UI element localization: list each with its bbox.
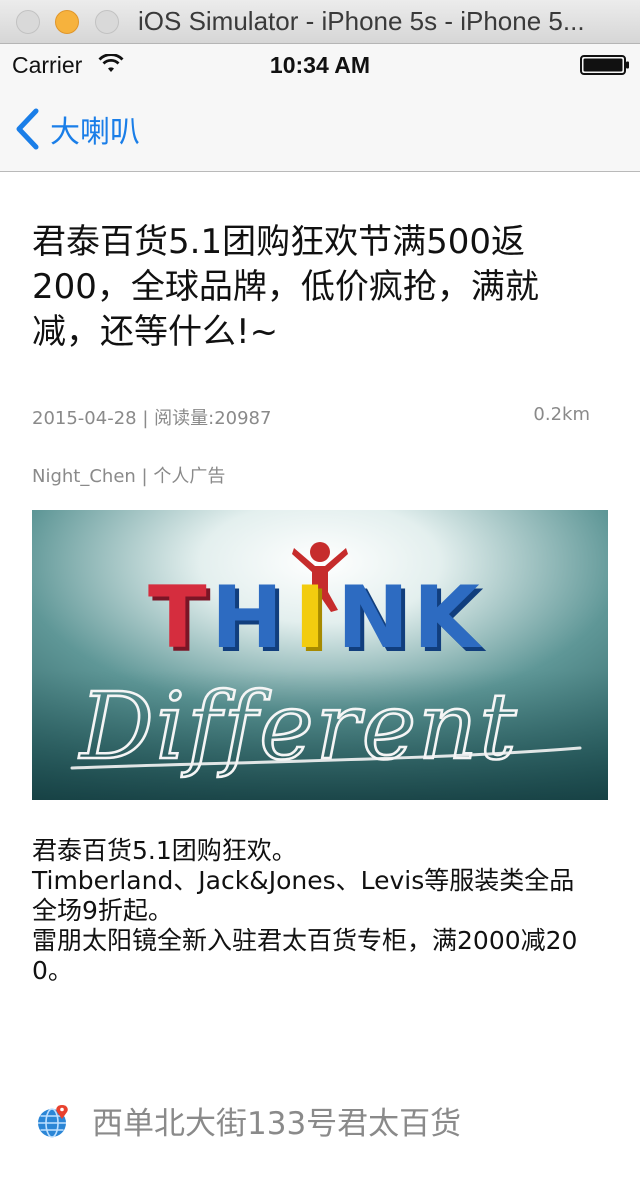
back-button-label: 大喇叭 xyxy=(50,115,140,150)
svg-text:I: I xyxy=(294,568,326,668)
image-word-different: Different xyxy=(78,673,518,780)
simulator-titlebar: iOS Simulator - iPhone 5s - iPhone 5... xyxy=(0,0,640,44)
location-row[interactable]: 西单北大街133号君太百货 xyxy=(36,1098,461,1143)
article-body: 君泰百货5.1团购狂欢。 Timberland、Jack&Jones、Levis… xyxy=(32,836,592,986)
svg-text:K: K xyxy=(413,568,483,668)
article-views: 阅读量:20987 xyxy=(154,408,272,429)
svg-text:N: N xyxy=(337,568,409,668)
article-author[interactable]: Night_Chen xyxy=(32,466,136,487)
window-title: iOS Simulator - iPhone 5s - iPhone 5... xyxy=(138,6,585,36)
article-author-line: Night_Chen | 个人广告 xyxy=(32,466,226,487)
article-distance: 0.2km xyxy=(533,404,590,425)
svg-text:T: T xyxy=(148,568,207,668)
article-body-line: Timberland、Jack&Jones、Levis等服装类全品全场9折起。 xyxy=(32,866,575,925)
chevron-left-icon xyxy=(16,108,39,150)
article-title: 君泰百货5.1团购狂欢节满500返200，全球品牌，低价疯抢，满就减，还等什么!… xyxy=(32,222,539,352)
window-close-button[interactable] xyxy=(16,10,40,34)
article-meta: 2015-04-28 | 阅读量:20987 0.2km xyxy=(32,404,590,430)
image-word-think: TT HH II NN KK xyxy=(148,568,487,672)
article-body-line: 雷朋太阳镜全新入驻君太百货专柜，满2000减200。 xyxy=(32,926,578,985)
window-zoom-button[interactable] xyxy=(95,10,119,34)
window-minimize-button[interactable] xyxy=(55,10,79,34)
back-button[interactable]: 大喇叭 xyxy=(14,106,140,152)
article-date-views: 2015-04-28 | 阅读量:20987 xyxy=(32,408,272,429)
location-text: 西单北大街133号君太百货 xyxy=(92,1106,462,1142)
article-date: 2015-04-28 xyxy=(32,408,137,429)
location-globe-icon xyxy=(38,1104,68,1138)
svg-text:H: H xyxy=(211,568,283,668)
navigation-bar: Carrier 10:34 AM 大喇叭 xyxy=(0,44,640,172)
status-time: 10:34 AM xyxy=(269,52,371,78)
article-body-line: 君泰百货5.1团购狂欢。 xyxy=(32,836,297,865)
article-category: 个人广告 xyxy=(153,466,226,487)
battery-icon xyxy=(580,55,629,75)
article-image[interactable]: TT HH II NN KK Different xyxy=(32,510,608,800)
